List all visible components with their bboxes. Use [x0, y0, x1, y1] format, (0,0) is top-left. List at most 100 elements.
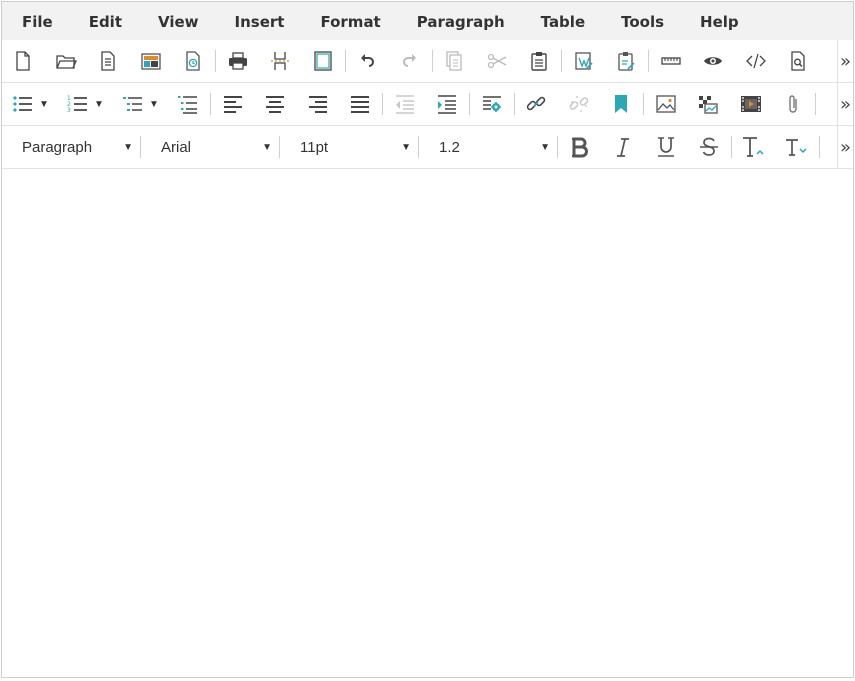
multilevel-list-button[interactable]: ▼ — [112, 87, 167, 121]
menu-paragraph[interactable]: Paragraph — [399, 2, 523, 40]
cut-button[interactable] — [476, 44, 519, 78]
block-format-select[interactable]: Paragraph ▼ — [2, 130, 139, 164]
find-document-icon — [791, 51, 805, 71]
line-height-select[interactable]: 1.2 ▼ — [419, 130, 556, 164]
unlink-button[interactable] — [558, 87, 601, 121]
numbered-list-button[interactable]: 123 ▼ — [57, 87, 112, 121]
paperclip-icon — [789, 95, 797, 113]
align-center-icon — [266, 96, 285, 113]
more-tools-button[interactable]: » — [837, 40, 853, 82]
paste-from-word-button[interactable] — [563, 44, 606, 78]
menu-insert[interactable]: Insert — [217, 2, 303, 40]
line-height-value: 1.2 — [439, 138, 460, 156]
pixel-image-icon — [699, 96, 718, 114]
bold-icon — [571, 137, 588, 158]
open-button[interactable] — [45, 44, 88, 78]
new-document-button[interactable] — [2, 44, 45, 78]
paste-button[interactable] — [518, 44, 561, 78]
redo-button[interactable] — [389, 44, 432, 78]
subscript-button[interactable] — [775, 130, 818, 164]
menu-edit[interactable]: Edit — [71, 2, 140, 40]
align-right-button[interactable] — [297, 87, 340, 121]
fullscreen-icon — [314, 51, 332, 71]
clipboard-icon — [531, 52, 547, 71]
redo-icon — [402, 54, 416, 67]
align-right-icon — [308, 96, 327, 113]
fullscreen-button[interactable] — [302, 44, 345, 78]
bookmark-button[interactable] — [600, 87, 643, 121]
menu-format[interactable]: Format — [302, 2, 398, 40]
svg-text:3: 3 — [67, 107, 71, 114]
underline-button[interactable] — [644, 130, 687, 164]
menu-file[interactable]: File — [4, 2, 71, 40]
menu-view[interactable]: View — [140, 2, 217, 40]
film-icon — [740, 96, 761, 112]
unlink-icon — [569, 96, 589, 112]
paste-word-icon — [575, 52, 593, 70]
print-button[interactable] — [217, 44, 260, 78]
italic-button[interactable] — [601, 130, 644, 164]
insert-special-button[interactable] — [471, 87, 514, 121]
new-document-icon — [16, 51, 30, 71]
outdent-icon — [395, 95, 414, 114]
page-break-button[interactable] — [259, 44, 302, 78]
document-lines-icon — [101, 51, 115, 71]
undo-button[interactable] — [346, 44, 389, 78]
ruler-icon — [661, 57, 681, 65]
ruler-button[interactable] — [650, 44, 693, 78]
gear-block-icon — [482, 96, 501, 112]
source-code-button[interactable] — [735, 44, 778, 78]
superscript-button[interactable] — [732, 130, 775, 164]
bulleted-list-button[interactable]: ▼ — [2, 87, 57, 121]
toolbar-formatting: Paragraph ▼ Arial ▼ 11pt ▼ 1.2 ▼ » — [2, 126, 853, 169]
paste-as-text-button[interactable] — [605, 44, 648, 78]
menu-tools[interactable]: Tools — [603, 2, 682, 40]
bold-button[interactable] — [558, 130, 601, 164]
copy-button[interactable] — [433, 44, 476, 78]
video-button[interactable] — [730, 87, 773, 121]
strikethrough-icon — [699, 137, 718, 156]
insert-map-button[interactable] — [687, 87, 730, 121]
block-format-value: Paragraph — [22, 138, 93, 156]
strikethrough-button[interactable] — [687, 130, 730, 164]
chevron-down-icon: ▼ — [149, 98, 159, 110]
layout-template-button[interactable] — [130, 44, 173, 78]
indent-button[interactable] — [426, 87, 469, 121]
chevron-down-icon: ▼ — [123, 141, 133, 153]
document-template-button[interactable] — [87, 44, 130, 78]
chevron-down-icon: ▼ — [94, 98, 104, 110]
align-left-button[interactable] — [212, 87, 255, 121]
copy-icon — [446, 51, 462, 71]
justify-button[interactable] — [339, 87, 382, 121]
image-button[interactable] — [645, 87, 688, 121]
chevron-down-icon: ▼ — [401, 141, 411, 153]
more-tools-button[interactable]: » — [837, 126, 853, 168]
toolbar-separator — [815, 93, 816, 115]
printer-icon — [228, 52, 247, 70]
align-left-icon — [223, 96, 242, 113]
menu-bar: File Edit View Insert Format Paragraph T… — [2, 2, 853, 40]
align-center-button[interactable] — [254, 87, 297, 121]
font-size-select[interactable]: 11pt ▼ — [280, 130, 417, 164]
link-button[interactable] — [515, 87, 558, 121]
menu-help[interactable]: Help — [682, 2, 757, 40]
editor-content-area[interactable] — [2, 171, 853, 677]
more-tools-button[interactable]: » — [837, 83, 853, 125]
numbered-list-icon: 123 — [67, 95, 87, 114]
table-of-contents-button[interactable] — [167, 87, 210, 121]
eye-icon — [704, 57, 723, 65]
preview-button[interactable] — [692, 44, 735, 78]
menu-table[interactable]: Table — [523, 2, 603, 40]
font-family-select[interactable]: Arial ▼ — [141, 130, 278, 164]
toolbar-file-edit: » — [2, 40, 853, 83]
table-of-contents-icon — [178, 96, 198, 114]
scissors-icon — [487, 53, 507, 69]
undo-icon — [361, 54, 375, 67]
rich-text-editor: File Edit View Insert Format Paragraph T… — [1, 1, 854, 678]
indent-icon — [438, 95, 457, 114]
find-replace-button[interactable] — [777, 44, 820, 78]
outdent-button[interactable] — [384, 87, 427, 121]
restore-draft-button[interactable] — [172, 44, 215, 78]
toolbar-separator — [818, 136, 820, 158]
attachment-button[interactable] — [772, 87, 815, 121]
